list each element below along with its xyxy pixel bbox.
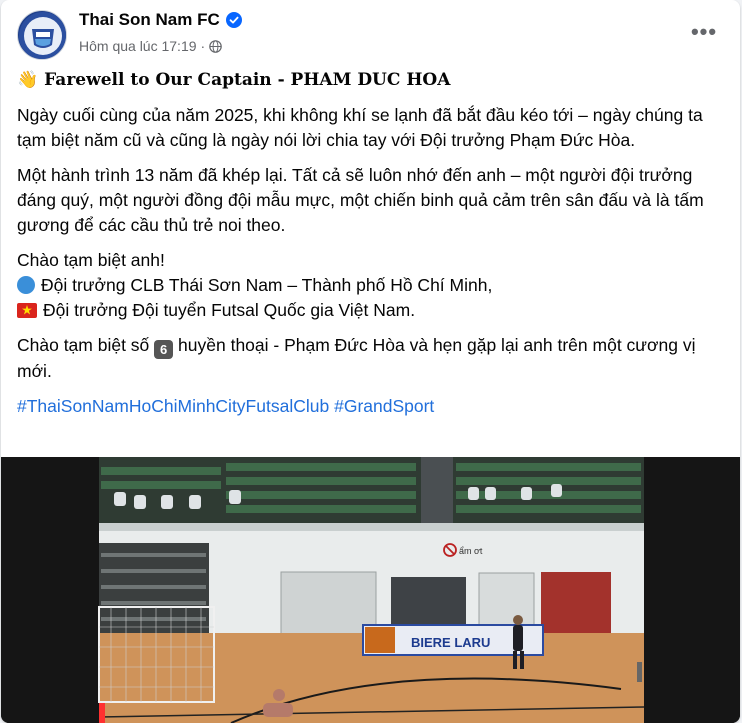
page-name-link[interactable]: Thai Son Nam FC	[79, 10, 220, 30]
page-avatar[interactable]	[17, 10, 67, 60]
number-six-icon: 6	[154, 340, 174, 359]
post-card: Thai Son Nam FC Hôm qua lúc 17:19 · ••• …	[1, 0, 740, 723]
more-options-icon[interactable]: •••	[686, 18, 722, 46]
video-player[interactable]: ẩm ơt BIERE LARU	[1, 457, 740, 723]
vietnam-flag-icon	[17, 303, 37, 318]
hashtags: #ThaiSonNamHoChiMinhCityFutsalClub #Gran…	[17, 394, 724, 419]
closing-paragraph: Chào tạm biệt số 6 huyền thoại - Phạm Đứ…	[17, 333, 724, 384]
club-logo-icon	[19, 12, 66, 59]
page-name: Thai Son Nam FC	[79, 10, 242, 30]
wave-hand-icon: 👋	[17, 70, 39, 90]
video-frame: ẩm ơt BIERE LARU	[1, 457, 740, 723]
ad-banner-text: BIERE LARU	[411, 635, 490, 650]
timestamp-link[interactable]: Hôm qua lúc 17:19	[79, 38, 197, 54]
blue-circle-icon	[17, 276, 35, 294]
hashtag-link[interactable]: #ThaiSonNamHoChiMinhCityFutsalClub	[17, 396, 329, 416]
post-title-line: 👋 Farewell to Our Captain - PHAM DUC HOA	[17, 68, 724, 93]
hashtag-link[interactable]: #GrandSport	[334, 396, 434, 416]
paragraph-2: Một hành trình 13 năm đã khép lại. Tất c…	[17, 165, 704, 235]
globe-icon[interactable]	[209, 39, 222, 53]
post-title: Farewell to Our Captain - PHAM DUC HOA	[44, 70, 451, 90]
svg-text:ẩm ơt: ẩm ơt	[459, 546, 483, 556]
national-captain-line: Đội trưởng Đội tuyển Futsal Quốc gia Việ…	[43, 300, 416, 320]
post-body: 👋 Farewell to Our Captain - PHAM DUC HOA …	[17, 68, 724, 429]
post-meta: Hôm qua lúc 17:19 ·	[79, 38, 222, 54]
verified-badge-icon	[225, 12, 242, 28]
closing-before: Chào tạm biệt số	[17, 335, 150, 355]
post-header: Thai Son Nam FC Hôm qua lúc 17:19 · •••	[1, 0, 740, 66]
farewell-line: Chào tạm biệt anh!	[17, 250, 165, 270]
farewell-block: Chào tạm biệt anh! Đội trưởng CLB Thái S…	[17, 248, 724, 323]
paragraph-1: Ngày cuối cùng của năm 2025, khi không k…	[17, 105, 703, 150]
meta-separator: ·	[200, 38, 206, 54]
club-captain-line: Đội trưởng CLB Thái Sơn Nam – Thành phố …	[41, 275, 493, 295]
